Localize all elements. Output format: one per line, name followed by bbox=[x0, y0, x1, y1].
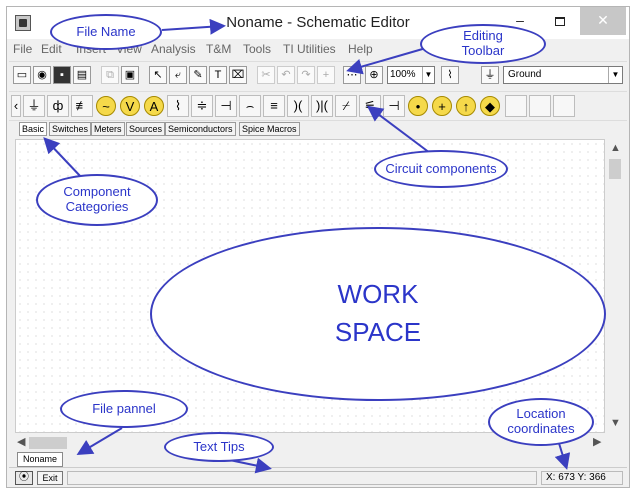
component-tool-icon[interactable]: ⌇ bbox=[441, 66, 459, 84]
redo-icon[interactable]: ↷ bbox=[297, 66, 315, 84]
exit-button[interactable]: Exit bbox=[37, 471, 63, 485]
file-panel-tab[interactable]: Noname bbox=[17, 452, 63, 467]
menu-tools[interactable]: Tools bbox=[243, 42, 271, 56]
menu-edit[interactable]: Edit bbox=[41, 42, 62, 56]
wire-tool-icon[interactable]: ⤶ bbox=[169, 66, 187, 84]
ammeter-icon[interactable]: A bbox=[144, 96, 164, 116]
transformer-core-icon[interactable]: )|( bbox=[311, 95, 333, 117]
text-tips-area bbox=[67, 471, 537, 485]
terminal-icon[interactable]: ⊣ bbox=[383, 95, 405, 117]
resistor-icon[interactable]: ⌇ bbox=[167, 95, 189, 117]
scroll-down-icon[interactable]: ▼ bbox=[610, 417, 621, 429]
scroll-thumb[interactable] bbox=[609, 159, 621, 179]
transformer-icon[interactable]: ≡ bbox=[263, 95, 285, 117]
ground-value: Ground bbox=[508, 69, 542, 80]
scroll-left-icon[interactable]: ‹ bbox=[11, 95, 21, 117]
text-tool-icon[interactable]: T bbox=[209, 66, 227, 84]
circuit-components-bar: ‹ ⏚ ф ≢ ~ V A ⌇ ≑ ⊣ ⌢ ≡ )( )|( ⌿ ⚟ ⊣ • +… bbox=[9, 91, 627, 121]
tab-semiconductors[interactable]: Semiconductors bbox=[165, 122, 236, 136]
annotation-location-coordinates: Location coordinates bbox=[488, 398, 594, 446]
menu-tm[interactable]: T&M bbox=[206, 42, 231, 56]
copy-icon[interactable]: ⧉ bbox=[101, 66, 119, 84]
voltage-source-icon[interactable]: ф bbox=[47, 95, 69, 117]
relay-icon[interactable]: ⚟ bbox=[359, 95, 381, 117]
menu-analysis[interactable]: Analysis bbox=[151, 42, 196, 56]
inductor-icon[interactable]: ⌢ bbox=[239, 95, 261, 117]
controlled-source-icon[interactable]: ◆ bbox=[480, 96, 500, 116]
editing-toolbar: ▭ ◉ ▪ ▤ ⧉ ▣ ↖ ⤶ ✎ T ⌧ ✂ ↶ ↷ + ⋯ ⊕ 100% ▼ … bbox=[9, 61, 627, 89]
location-coordinates: X: 673 Y: 366 bbox=[541, 471, 623, 485]
ground-select[interactable]: Ground ▼ bbox=[503, 66, 623, 84]
annotation-work-space: WORK SPACE bbox=[150, 227, 606, 401]
zoom-value: 100% bbox=[390, 69, 416, 80]
tab-spice-macros[interactable]: Spice Macros bbox=[239, 122, 300, 136]
label-tool-icon[interactable]: ⌧ bbox=[229, 66, 247, 84]
zoom-icon[interactable]: ⊕ bbox=[365, 66, 383, 84]
scroll-right-icon[interactable]: ▶ bbox=[593, 435, 601, 448]
grid-icon[interactable]: ⋯ bbox=[343, 66, 361, 84]
ground-place-icon[interactable]: ⏚ bbox=[481, 66, 499, 84]
annotation-editing-toolbar: Editing Toolbar bbox=[420, 24, 546, 64]
battery-icon[interactable]: ≢ bbox=[71, 95, 93, 117]
maximize-button[interactable] bbox=[540, 7, 580, 35]
save-icon[interactable]: ▪ bbox=[53, 66, 71, 84]
switch-icon[interactable]: ⌿ bbox=[335, 95, 357, 117]
empty-slot-icon bbox=[505, 95, 527, 117]
scroll-thumb[interactable] bbox=[29, 437, 67, 449]
coupled-inductor-icon[interactable]: )( bbox=[287, 95, 309, 117]
empty-slot-icon bbox=[529, 95, 551, 117]
chevron-down-icon: ▼ bbox=[608, 67, 622, 83]
capacitor-icon[interactable]: ⊣ bbox=[215, 95, 237, 117]
close-button[interactable]: ✕ bbox=[580, 7, 626, 35]
open-web-icon[interactable]: ◉ bbox=[33, 66, 51, 84]
ground-symbol-icon[interactable]: ⏚ bbox=[23, 95, 45, 117]
circuit-icon[interactable]: ⦿ bbox=[15, 471, 33, 485]
tab-switches[interactable]: Switches bbox=[49, 122, 92, 136]
pen-icon[interactable]: ✎ bbox=[189, 66, 207, 84]
cut-icon[interactable]: ✂ bbox=[257, 66, 275, 84]
scroll-up-icon[interactable]: ▲ bbox=[610, 142, 621, 154]
menu-file[interactable]: File bbox=[13, 42, 32, 56]
save-as-icon[interactable]: ▤ bbox=[73, 66, 91, 84]
ac-source-icon[interactable]: ~ bbox=[96, 96, 116, 116]
chevron-down-icon: ▼ bbox=[422, 67, 434, 83]
scroll-left-icon[interactable]: ◀ bbox=[17, 435, 25, 448]
menu-ti-utilities[interactable]: TI Utilities bbox=[283, 42, 336, 56]
paste-icon[interactable]: ▣ bbox=[121, 66, 139, 84]
annotation-file-name: File Name bbox=[50, 14, 162, 50]
zoom-select[interactable]: 100% ▼ bbox=[387, 66, 435, 84]
maximize-icon bbox=[555, 16, 565, 26]
plus-icon[interactable]: + bbox=[317, 66, 335, 84]
tab-meters[interactable]: Meters bbox=[91, 122, 125, 136]
dc-source-icon[interactable]: + bbox=[432, 96, 452, 116]
current-source-icon[interactable]: ↑ bbox=[456, 96, 476, 116]
annotation-text-tips: Text Tips bbox=[164, 432, 274, 462]
select-arrow-icon[interactable]: ↖ bbox=[149, 66, 167, 84]
lamp-icon[interactable]: • bbox=[408, 96, 428, 116]
variable-resistor-icon[interactable]: ≑ bbox=[191, 95, 213, 117]
tab-basic[interactable]: Basic bbox=[19, 122, 48, 136]
annotation-component-categories: Component Categories bbox=[36, 174, 158, 226]
annotation-circuit-components: Circuit components bbox=[374, 150, 508, 188]
tab-sources[interactable]: Sources bbox=[126, 122, 166, 136]
menu-help[interactable]: Help bbox=[348, 42, 373, 56]
voltmeter-icon[interactable]: V bbox=[120, 96, 140, 116]
undo-icon[interactable]: ↶ bbox=[277, 66, 295, 84]
status-bar: ⦿ Exit X: 673 Y: 366 bbox=[9, 467, 627, 487]
open-folder-icon[interactable]: ▭ bbox=[13, 66, 31, 84]
vertical-scrollbar[interactable]: ▲ ▼ bbox=[606, 139, 624, 433]
empty-slot-icon bbox=[553, 95, 575, 117]
annotation-file-panel: File pannel bbox=[60, 390, 188, 428]
